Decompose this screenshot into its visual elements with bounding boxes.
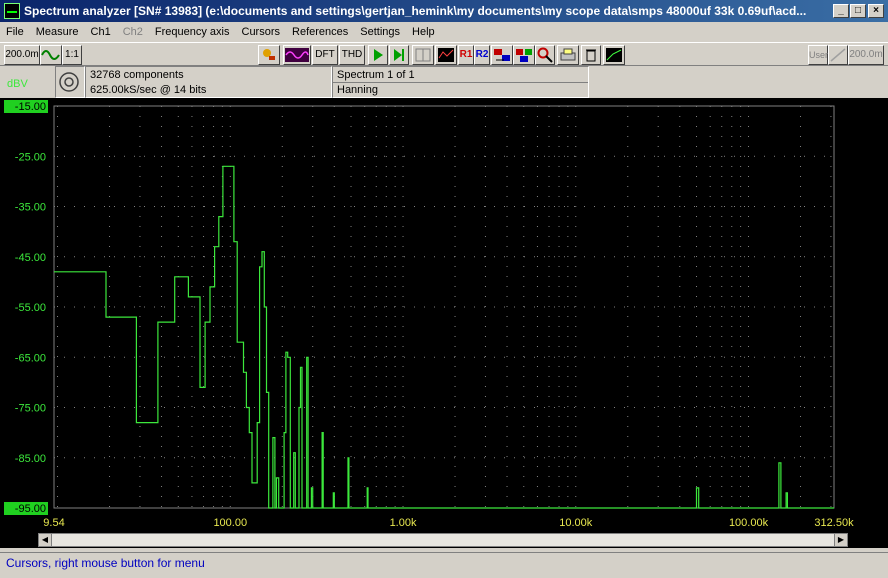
spectrum-analyzer-window: Spectrum analyzer [SN# 13983] (e:\docume… [0, 0, 888, 578]
trigger-icon[interactable] [412, 45, 434, 65]
measure-icon[interactable] [435, 45, 457, 65]
scroll-right-button[interactable]: ▶ [834, 534, 847, 546]
ch2-range-button[interactable]: 200.0m [848, 45, 884, 65]
minimize-button[interactable]: _ [833, 4, 849, 18]
spectrum-index: Spectrum 1 of 1 [337, 69, 415, 81]
status-text: Cursors, right mouse button for menu [6, 556, 205, 570]
x-tick-label: 100.00 [213, 517, 247, 529]
y-tick-label: -85.00 [15, 453, 46, 465]
app-icon [4, 3, 20, 19]
x-tick-label: 9.54 [43, 517, 64, 529]
ratio-button[interactable]: 1:1 [62, 45, 82, 65]
x-tick-label: 100.00k [729, 517, 769, 529]
y-tick-label: -75.00 [15, 403, 46, 415]
x-tick-label: 10.00k [559, 517, 593, 529]
user-button[interactable]: User [808, 45, 828, 65]
spectrum-icon-panel [55, 66, 85, 98]
y-axis-unit: dBV [7, 78, 28, 90]
menu-file[interactable]: File [0, 26, 30, 38]
y-tick-label: -25.00 [15, 151, 46, 163]
spectrum-target-icon [59, 72, 79, 92]
y-tick-label: -45.00 [15, 252, 46, 264]
maximize-button[interactable]: □ [850, 4, 866, 18]
acquisition-info-panel: 32768 components 625.00kS/sec @ 14 bits [85, 66, 332, 98]
thd-button[interactable]: THD [339, 45, 365, 65]
single-shot-icon[interactable] [389, 45, 409, 65]
x-tick-label: 1.00k [390, 517, 417, 529]
components-count: 32768 components [90, 69, 184, 81]
reference-2-button[interactable]: R2 [474, 45, 490, 65]
probe-icon[interactable] [258, 45, 280, 65]
menu-settings[interactable]: Settings [354, 26, 406, 38]
spectrum-chart[interactable]: -15.00 -25.00 -35.00 -45.00 -55.00 -65.00 -75.… [0, 98, 888, 548]
y-tick-label: -35.00 [15, 202, 46, 214]
dft-button[interactable]: DFT [312, 45, 338, 65]
scope-mode-icon[interactable] [283, 45, 311, 65]
horizontal-scrollbar[interactable]: ◀ ▶ [38, 533, 848, 547]
window-function: Hanning [337, 84, 378, 96]
bin-icon[interactable] [581, 45, 601, 65]
menu-help[interactable]: Help [406, 26, 441, 38]
sample-rate: 625.00kS/sec @ 14 bits [90, 84, 207, 96]
status-bar: Cursors, right mouse button for menu [0, 552, 888, 574]
menu-frequency-axis[interactable]: Frequency axis [149, 26, 236, 38]
x-tick-label: 312.50k [814, 517, 854, 529]
y-tick-label: -55.00 [15, 302, 46, 314]
menu-measure[interactable]: Measure [30, 26, 85, 38]
menu-bar: File Measure Ch1 Ch2 Frequency axis Curs… [0, 22, 888, 42]
y-tick-label: -95.00 [15, 503, 46, 515]
zoom-icon[interactable] [535, 45, 555, 65]
plot-area: dBV -15.00 -25.00 -35.00 -45.00 -55.00 -65.00… [0, 78, 888, 548]
print-icon[interactable] [557, 45, 579, 65]
spectrum-trace [54, 165, 834, 509]
y-tick-label: -15.00 [15, 101, 46, 113]
spectrum-info-panel: Spectrum 1 of 1 Hanning [332, 66, 589, 98]
scroll-left-button[interactable]: ◀ [39, 534, 52, 546]
menu-references[interactable]: References [286, 26, 354, 38]
menu-ch1[interactable]: Ch1 [85, 26, 117, 38]
close-button[interactable]: × [868, 4, 884, 18]
window-title: Spectrum analyzer [SN# 13983] (e:\docume… [24, 4, 807, 18]
start-icon[interactable] [368, 45, 388, 65]
settings-icon[interactable] [513, 45, 535, 65]
y-tick-label: -65.00 [15, 352, 46, 364]
ch1-range-button[interactable]: 200.0m [4, 45, 40, 65]
menu-ch2[interactable]: Ch2 [117, 26, 149, 38]
graph-icon[interactable] [603, 45, 625, 65]
menu-cursors[interactable]: Cursors [236, 26, 287, 38]
reference-1-button[interactable]: R1 [458, 45, 474, 65]
toolbar: 200.0m 1:1 DFT THD R1 R2 User 200.0m [0, 42, 888, 66]
ch1-coupling-icon[interactable] [40, 45, 62, 65]
ch2-coupling-icon[interactable] [828, 45, 848, 65]
title-bar[interactable]: Spectrum analyzer [SN# 13983] (e:\docume… [0, 0, 888, 22]
transfer-icon[interactable] [491, 45, 513, 65]
